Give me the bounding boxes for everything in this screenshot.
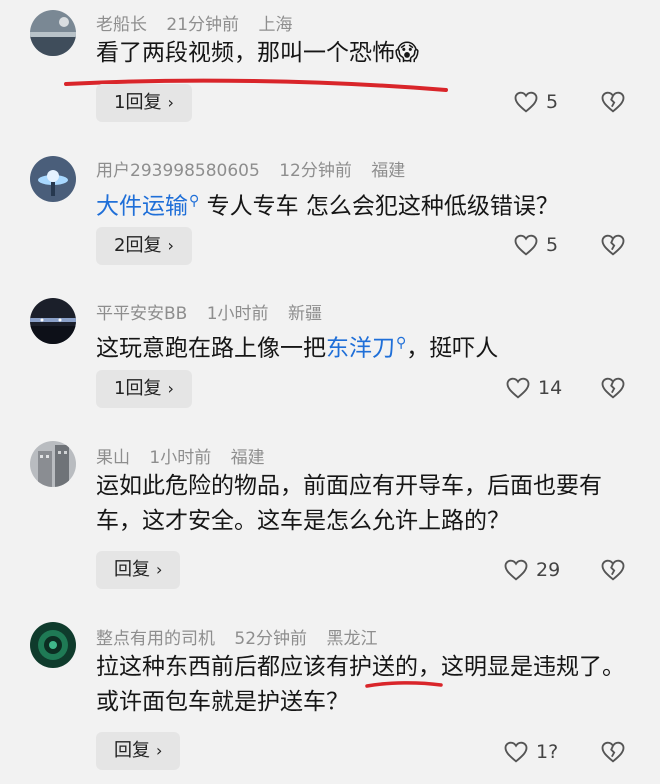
reply-button[interactable]: 2回复 › <box>96 227 192 265</box>
comment-meta: 整点有用的司机 52分钟前 黑龙江 <box>96 624 391 649</box>
avatar[interactable] <box>30 298 76 344</box>
like-button[interactable]: 14 <box>504 374 562 402</box>
scream-emoji: 😱 <box>395 40 419 66</box>
chevron-right-icon: › <box>167 93 174 112</box>
comment-text: 大件运输⚲ 专人专车 怎么会犯这种低级错误？ <box>96 193 559 220</box>
chevron-right-icon: › <box>167 236 174 255</box>
location: 福建 <box>230 448 265 468</box>
username[interactable]: 果山 <box>96 448 130 468</box>
username[interactable]: 整点有用的司机 <box>96 629 215 649</box>
search-link[interactable]: 东洋刀 <box>326 336 395 362</box>
reply-button[interactable]: 回复 › <box>96 551 181 589</box>
comment-meta: 老船长 21分钟前 上海 <box>96 10 306 35</box>
comment-meta: 用户293998580605 12分钟前 福建 <box>96 156 419 181</box>
timestamp: 52分钟前 <box>234 629 308 649</box>
location: 上海 <box>258 15 293 35</box>
like-button[interactable]: 29 <box>502 556 560 584</box>
timestamp: 12分钟前 <box>279 161 352 181</box>
comment-text: 这玩意跑在路上像一把东洋刀⚲，挺吓人 <box>96 335 499 362</box>
timestamp: 1小时前 <box>149 448 212 468</box>
username[interactable]: 用户293998580605 <box>96 161 260 181</box>
heart-outline-icon <box>504 741 528 763</box>
username[interactable]: 老船长 <box>96 15 147 35</box>
like-count: 29 <box>536 559 561 581</box>
location: 新疆 <box>287 304 322 324</box>
avatar[interactable] <box>30 156 76 202</box>
like-count: 5 <box>546 91 559 113</box>
heart-outline-icon <box>506 377 530 399</box>
chevron-right-icon: › <box>156 741 163 760</box>
chevron-right-icon: › <box>156 560 163 579</box>
red-underline-annotation <box>365 681 443 688</box>
timestamp: 21分钟前 <box>166 15 240 35</box>
reply-button[interactable]: 回复 › <box>96 732 181 770</box>
broken-heart-icon <box>601 741 625 763</box>
comment-meta: 果山 1小时前 福建 <box>96 443 279 468</box>
broken-heart-icon <box>601 377 625 399</box>
dislike-button[interactable] <box>598 88 628 120</box>
like-button[interactable]: 5 <box>512 88 558 116</box>
avatar[interactable] <box>30 622 76 668</box>
avatar[interactable] <box>30 441 76 487</box>
search-icon: ⚲ <box>396 335 407 351</box>
avatar[interactable] <box>30 10 76 56</box>
heart-outline-icon <box>514 234 538 256</box>
like-button[interactable]: 1? <box>502 738 558 766</box>
broken-heart-icon <box>601 559 625 581</box>
like-count: 5 <box>546 234 559 256</box>
broken-heart-icon <box>601 234 625 256</box>
comment-text: 运如此危险的物品，前面应有开导车，后面也要有车，这才安全。这车是怎么允许上路的？ <box>96 473 602 534</box>
comment-text: 看了两段视频，那叫一个恐怖😱 <box>96 40 419 66</box>
broken-heart-icon <box>601 91 625 113</box>
reply-button[interactable]: 1回复 › <box>96 84 192 122</box>
username[interactable]: 平平安安BB <box>96 304 187 324</box>
heart-outline-icon <box>514 91 538 113</box>
chevron-right-icon: › <box>167 379 174 398</box>
search-icon: ⚲ <box>189 193 200 209</box>
location: 黑龙江 <box>326 629 378 649</box>
location: 福建 <box>371 161 406 181</box>
search-link[interactable]: 大件运输 <box>96 194 188 220</box>
like-count: 1? <box>536 741 559 763</box>
dislike-button[interactable] <box>598 231 628 263</box>
comment-text: 拉这种东西前后都应该有护送的，这明显是违规了。或许面包车就是护送车？ <box>96 654 625 715</box>
like-count: 14 <box>538 377 563 399</box>
comment-meta: 平平安安BB 1小时前 新疆 <box>96 299 336 324</box>
timestamp: 1小时前 <box>206 304 269 324</box>
dislike-button[interactable] <box>598 556 628 588</box>
dislike-button[interactable] <box>598 374 628 406</box>
like-button[interactable]: 5 <box>512 231 558 259</box>
reply-button[interactable]: 1回复 › <box>96 370 192 408</box>
heart-outline-icon <box>504 559 528 581</box>
dislike-button[interactable] <box>598 738 628 770</box>
